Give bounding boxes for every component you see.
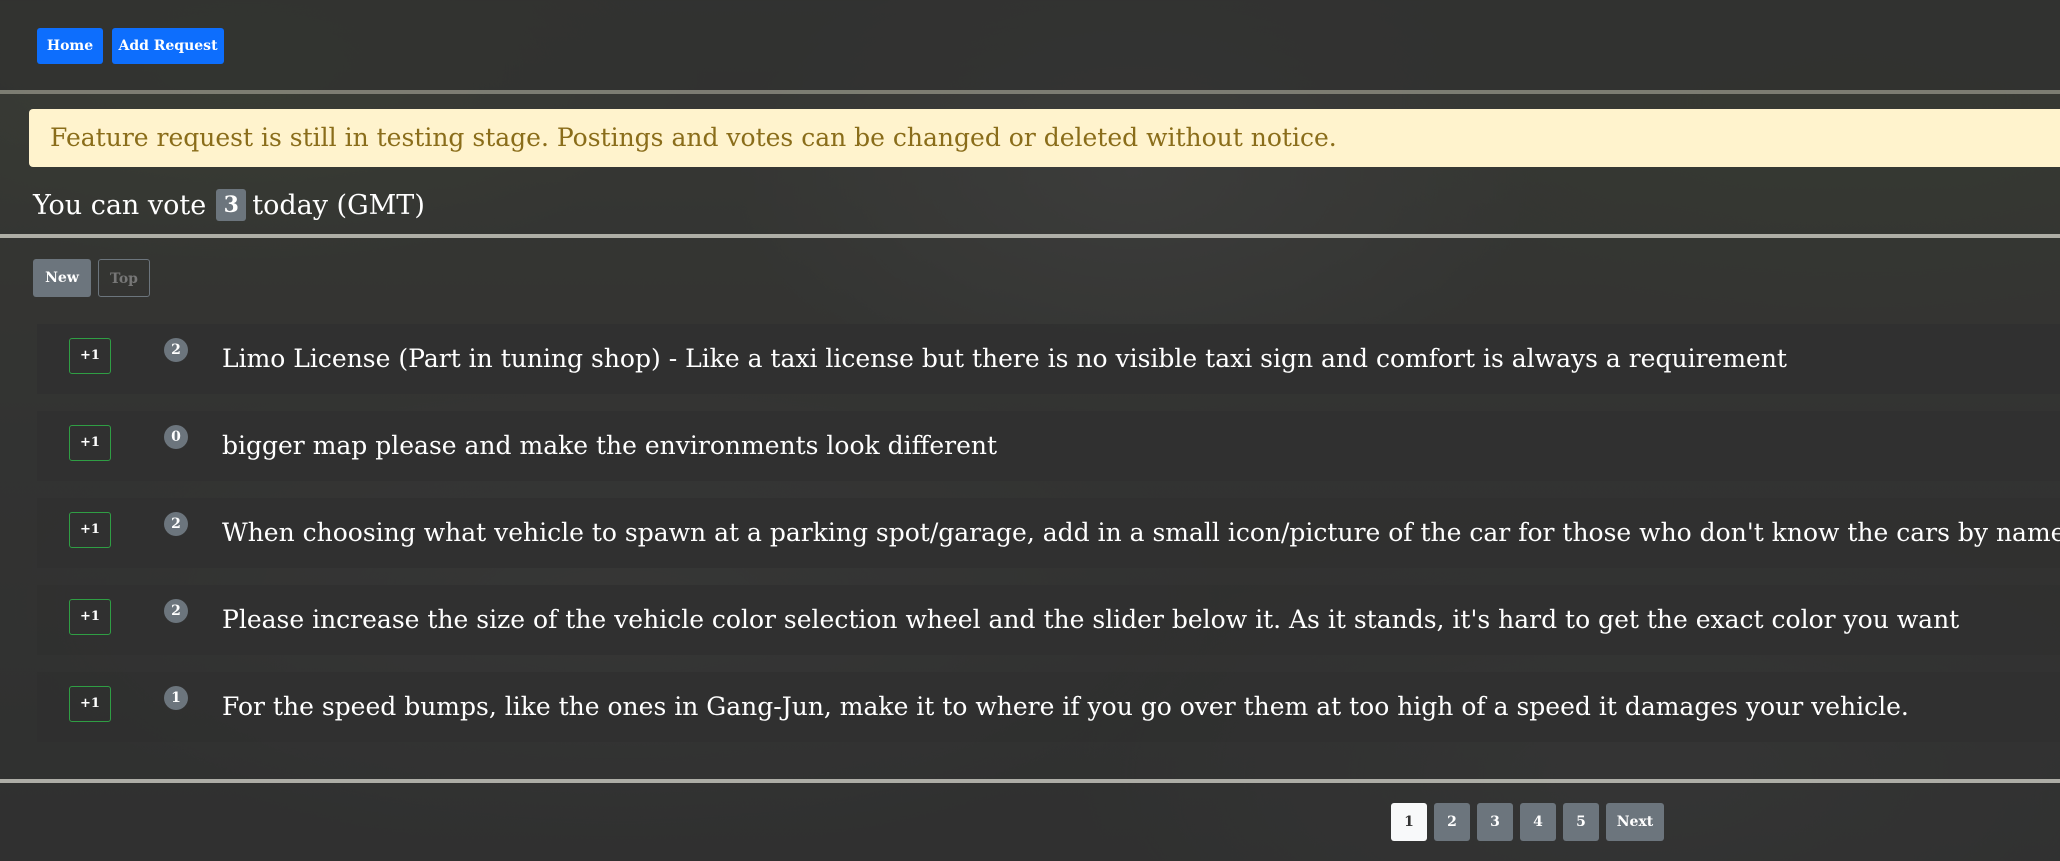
add-request-button[interactable]: Add Request: [112, 28, 224, 64]
request-title[interactable]: For the speed bumps, like the ones in Ga…: [222, 672, 1909, 742]
upvote-button[interactable]: +1: [69, 425, 111, 461]
next-page-button[interactable]: Next: [1606, 803, 1664, 841]
request-title[interactable]: When choosing what vehicle to spawn at a…: [222, 498, 2060, 568]
vote-count-badge: 2: [164, 512, 188, 536]
request-title[interactable]: Limo License (Part in tuning shop) - Lik…: [222, 324, 1787, 394]
page-4-button[interactable]: 4: [1520, 803, 1556, 841]
upvote-button[interactable]: +1: [69, 599, 111, 635]
votes-suffix: today (GMT): [252, 190, 425, 221]
navbar: Home Add Request: [0, 0, 2060, 94]
page-5-button[interactable]: 5: [1563, 803, 1599, 841]
request-row: +1 2 Please increase the size of the veh…: [37, 585, 2060, 655]
votes-prefix: You can vote: [33, 190, 207, 221]
sort-new-button[interactable]: New: [33, 259, 91, 297]
request-row: +1 2 When choosing what vehicle to spawn…: [37, 498, 2060, 568]
vote-count-badge: 0: [164, 425, 188, 449]
page-content: Home Add Request Feature request is stil…: [0, 0, 2060, 861]
divider: [0, 234, 2060, 238]
testing-stage-alert: Feature request is still in testing stag…: [29, 109, 2060, 167]
home-button[interactable]: Home: [37, 28, 103, 64]
upvote-button[interactable]: +1: [69, 512, 111, 548]
votes-remaining-badge: 3: [216, 188, 247, 221]
pagination: 1 2 3 4 5 Next: [1391, 803, 1671, 841]
page-2-button[interactable]: 2: [1434, 803, 1470, 841]
divider: [0, 779, 2060, 783]
vote-count-badge: 2: [164, 599, 188, 623]
sort-top-button[interactable]: Top: [98, 259, 150, 297]
request-title[interactable]: Please increase the size of the vehicle …: [222, 585, 1959, 655]
votes-remaining: You can vote 3 today (GMT): [33, 188, 425, 224]
request-row: +1 1 For the speed bumps, like the ones …: [37, 672, 2060, 742]
page-1-button[interactable]: 1: [1391, 803, 1427, 841]
request-row: +1 2 Limo License (Part in tuning shop) …: [37, 324, 2060, 394]
request-title[interactable]: bigger map please and make the environme…: [222, 411, 997, 481]
upvote-button[interactable]: +1: [69, 338, 111, 374]
page-3-button[interactable]: 3: [1477, 803, 1513, 841]
vote-count-badge: 2: [164, 338, 188, 362]
request-list: +1 2 Limo License (Part in tuning shop) …: [37, 324, 2060, 759]
request-row: +1 0 bigger map please and make the envi…: [37, 411, 2060, 481]
vote-count-badge: 1: [164, 686, 188, 710]
upvote-button[interactable]: +1: [69, 686, 111, 722]
